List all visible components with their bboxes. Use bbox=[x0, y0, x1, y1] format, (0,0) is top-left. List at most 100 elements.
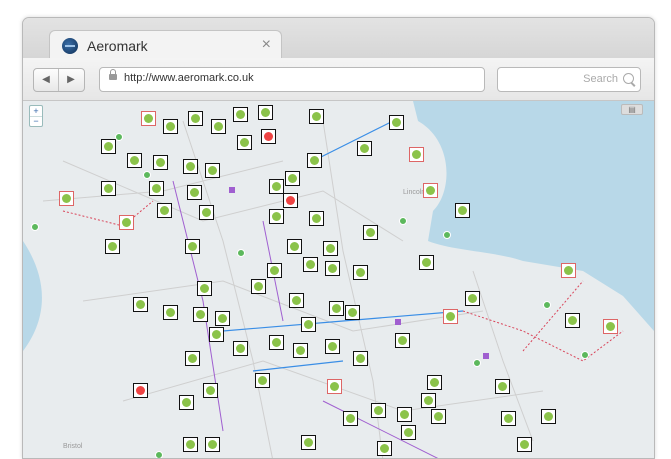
camera-marker-icon[interactable] bbox=[395, 333, 410, 348]
camera-marker-icon[interactable] bbox=[205, 163, 220, 178]
camera-marker-icon[interactable] bbox=[353, 351, 368, 366]
camera-marker-icon[interactable] bbox=[325, 339, 340, 354]
camera-marker-icon[interactable] bbox=[431, 409, 446, 424]
camera-marker-icon[interactable] bbox=[363, 225, 378, 240]
camera-marker-icon[interactable] bbox=[353, 265, 368, 280]
camera-marker-icon[interactable] bbox=[251, 279, 266, 294]
camera-marker-icon[interactable] bbox=[185, 239, 200, 254]
camera-marker-icon[interactable] bbox=[183, 159, 198, 174]
forward-button[interactable]: ▶ bbox=[59, 69, 83, 91]
camera-marker-icon[interactable] bbox=[197, 281, 212, 296]
camera-marker-icon[interactable] bbox=[443, 309, 458, 324]
waypoint-dot-icon[interactable] bbox=[399, 217, 407, 225]
camera-marker-icon[interactable] bbox=[293, 343, 308, 358]
camera-marker-icon[interactable] bbox=[59, 191, 74, 206]
camera-marker-icon[interactable] bbox=[389, 115, 404, 130]
camera-marker-icon[interactable] bbox=[193, 307, 208, 322]
waypoint-dot-icon[interactable] bbox=[395, 319, 401, 325]
back-button[interactable]: ◀ bbox=[34, 69, 59, 91]
waypoint-dot-icon[interactable] bbox=[581, 351, 589, 359]
camera-marker-icon[interactable] bbox=[421, 393, 436, 408]
address-bar[interactable]: http://www.aeromark.co.uk bbox=[99, 67, 485, 92]
camera-marker-icon[interactable] bbox=[233, 341, 248, 356]
camera-marker-icon[interactable] bbox=[153, 155, 168, 170]
camera-marker-icon[interactable] bbox=[327, 379, 342, 394]
camera-marker-icon[interactable] bbox=[343, 411, 358, 426]
camera-marker-icon[interactable] bbox=[179, 395, 194, 410]
alert-marker-icon[interactable] bbox=[261, 129, 276, 144]
waypoint-dot-icon[interactable] bbox=[443, 231, 451, 239]
camera-marker-icon[interactable] bbox=[401, 425, 416, 440]
camera-marker-icon[interactable] bbox=[163, 305, 178, 320]
camera-marker-icon[interactable] bbox=[303, 257, 318, 272]
waypoint-dot-icon[interactable] bbox=[229, 187, 235, 193]
camera-marker-icon[interactable] bbox=[565, 313, 580, 328]
search-input[interactable]: Search bbox=[497, 67, 641, 92]
camera-marker-icon[interactable] bbox=[188, 111, 203, 126]
camera-marker-icon[interactable] bbox=[199, 205, 214, 220]
camera-marker-icon[interactable] bbox=[309, 211, 324, 226]
layers-button[interactable]: ▤ bbox=[621, 104, 643, 115]
camera-marker-icon[interactable] bbox=[377, 441, 392, 456]
camera-marker-icon[interactable] bbox=[285, 171, 300, 186]
camera-marker-icon[interactable] bbox=[211, 119, 226, 134]
tab-aeromark[interactable]: Aeromark × bbox=[49, 30, 282, 61]
camera-marker-icon[interactable] bbox=[501, 411, 516, 426]
camera-marker-icon[interactable] bbox=[149, 181, 164, 196]
camera-marker-icon[interactable] bbox=[101, 139, 116, 154]
map-viewport[interactable]: Lincoln Bristol + − ▤ bbox=[23, 101, 654, 458]
camera-marker-icon[interactable] bbox=[269, 335, 284, 350]
camera-marker-icon[interactable] bbox=[105, 239, 120, 254]
camera-marker-icon[interactable] bbox=[289, 293, 304, 308]
camera-marker-icon[interactable] bbox=[287, 239, 302, 254]
camera-marker-icon[interactable] bbox=[187, 185, 202, 200]
waypoint-dot-icon[interactable] bbox=[143, 171, 151, 179]
waypoint-dot-icon[interactable] bbox=[543, 301, 551, 309]
camera-marker-icon[interactable] bbox=[215, 311, 230, 326]
camera-marker-icon[interactable] bbox=[541, 409, 556, 424]
camera-marker-icon[interactable] bbox=[455, 203, 470, 218]
camera-marker-icon[interactable] bbox=[371, 403, 386, 418]
camera-marker-icon[interactable] bbox=[325, 261, 340, 276]
waypoint-dot-icon[interactable] bbox=[237, 249, 245, 257]
camera-marker-icon[interactable] bbox=[603, 319, 618, 334]
waypoint-dot-icon[interactable] bbox=[483, 353, 489, 359]
camera-marker-icon[interactable] bbox=[133, 297, 148, 312]
alert-marker-icon[interactable] bbox=[283, 193, 298, 208]
camera-marker-icon[interactable] bbox=[255, 373, 270, 388]
waypoint-dot-icon[interactable] bbox=[115, 133, 123, 141]
zoom-out-button[interactable]: − bbox=[30, 116, 42, 126]
camera-marker-icon[interactable] bbox=[209, 327, 224, 342]
camera-marker-icon[interactable] bbox=[101, 181, 116, 196]
camera-marker-icon[interactable] bbox=[495, 379, 510, 394]
waypoint-dot-icon[interactable] bbox=[31, 223, 39, 231]
camera-marker-icon[interactable] bbox=[269, 179, 284, 194]
camera-marker-icon[interactable] bbox=[465, 291, 480, 306]
camera-marker-icon[interactable] bbox=[309, 109, 324, 124]
camera-marker-icon[interactable] bbox=[141, 111, 156, 126]
camera-marker-icon[interactable] bbox=[427, 375, 442, 390]
close-icon[interactable]: × bbox=[262, 36, 271, 54]
camera-marker-icon[interactable] bbox=[203, 383, 218, 398]
camera-marker-icon[interactable] bbox=[163, 119, 178, 134]
waypoint-dot-icon[interactable] bbox=[473, 359, 481, 367]
camera-marker-icon[interactable] bbox=[323, 241, 338, 256]
camera-marker-icon[interactable] bbox=[561, 263, 576, 278]
camera-marker-icon[interactable] bbox=[419, 255, 434, 270]
camera-marker-icon[interactable] bbox=[301, 317, 316, 332]
camera-marker-icon[interactable] bbox=[267, 263, 282, 278]
camera-marker-icon[interactable] bbox=[301, 435, 316, 450]
camera-marker-icon[interactable] bbox=[127, 153, 142, 168]
camera-marker-icon[interactable] bbox=[157, 203, 172, 218]
camera-marker-icon[interactable] bbox=[185, 351, 200, 366]
camera-marker-icon[interactable] bbox=[269, 209, 284, 224]
waypoint-dot-icon[interactable] bbox=[155, 451, 163, 458]
camera-marker-icon[interactable] bbox=[119, 215, 134, 230]
camera-marker-icon[interactable] bbox=[423, 183, 438, 198]
camera-marker-icon[interactable] bbox=[258, 105, 273, 120]
camera-marker-icon[interactable] bbox=[345, 305, 360, 320]
camera-marker-icon[interactable] bbox=[397, 407, 412, 422]
camera-marker-icon[interactable] bbox=[307, 153, 322, 168]
camera-marker-icon[interactable] bbox=[357, 141, 372, 156]
camera-marker-icon[interactable] bbox=[329, 301, 344, 316]
